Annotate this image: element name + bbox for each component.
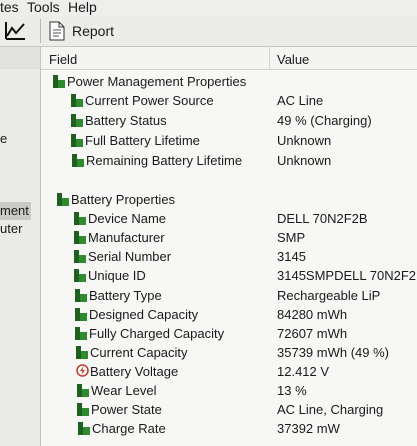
- green-node-icon: [75, 289, 87, 302]
- menu-item-tools[interactable]: Tools: [27, 0, 60, 14]
- table-row[interactable]: Power State AC Line, Charging: [41, 400, 417, 419]
- table-row[interactable]: Current Capacity 35739 mWh (49 %): [41, 343, 417, 362]
- group-row-battery-properties[interactable]: Battery Properties: [41, 190, 417, 209]
- field-value: 72607 mWh: [277, 326, 348, 341]
- field-value: AC Line, Charging: [277, 402, 384, 417]
- green-node-icon: [71, 94, 83, 107]
- menu-bar: tes Tools Help: [0, 0, 417, 16]
- field-value: 35739 mWh (49 %): [277, 345, 389, 360]
- table-row[interactable]: Battery Voltage 12.412 V: [41, 362, 417, 381]
- field-name: Device Name: [88, 211, 167, 226]
- field-name: Battery Voltage: [90, 364, 179, 379]
- field-name: Full Battery Lifetime: [85, 133, 200, 148]
- menu-item-partial[interactable]: tes: [0, 0, 19, 14]
- toolbar-separator: [40, 19, 41, 43]
- field-name: Unique ID: [88, 268, 146, 283]
- tree-item-partial[interactable]: uter: [0, 221, 22, 236]
- green-node-icon: [76, 346, 88, 359]
- field-name: Current Power Source: [85, 93, 214, 108]
- field-value: 3145SMPDELL 70N2F2B: [277, 268, 417, 283]
- field-value: 13 %: [277, 383, 307, 398]
- green-node-icon: [77, 384, 89, 397]
- group-title: Battery Properties: [71, 192, 176, 207]
- toolbar: Report: [0, 16, 417, 47]
- table-row[interactable]: Wear Level 13 %: [41, 381, 417, 400]
- field-name: Charge Rate: [92, 421, 166, 436]
- table-row[interactable]: Full Battery Lifetime Unknown: [41, 131, 417, 150]
- field-name: Current Capacity: [90, 345, 188, 360]
- green-node-icon: [74, 212, 86, 225]
- list-header: Field Value: [41, 47, 417, 70]
- green-node-icon: [78, 422, 90, 435]
- field-name: Battery Status: [85, 113, 167, 128]
- report-button-label: Report: [72, 23, 115, 39]
- column-divider[interactable]: [269, 47, 270, 69]
- field-name: Fully Charged Capacity: [89, 326, 225, 341]
- field-value: 3145: [277, 249, 306, 264]
- field-value: Rechargeable LiP: [277, 288, 381, 303]
- tree-item-selected[interactable]: ment: [0, 202, 31, 220]
- column-header-field[interactable]: Field: [49, 52, 77, 67]
- green-node-icon: [53, 75, 65, 88]
- table-row[interactable]: Designed Capacity 84280 mWh: [41, 305, 417, 324]
- field-name: Manufacturer: [88, 230, 165, 245]
- table-row[interactable]: Fully Charged Capacity 72607 mWh: [41, 324, 417, 343]
- field-name: Remaining Battery Lifetime: [86, 153, 243, 168]
- field-value: 49 % (Charging): [277, 113, 372, 128]
- field-value: 37392 mW: [277, 421, 340, 436]
- green-node-icon: [71, 114, 83, 127]
- tree-item-partial[interactable]: e: [0, 131, 7, 146]
- green-node-icon: [75, 308, 87, 321]
- field-name: Wear Level: [91, 383, 157, 398]
- field-name: Designed Capacity: [89, 307, 199, 322]
- table-row[interactable]: Device Name DELL 70N2F2B: [41, 209, 417, 228]
- green-node-icon: [77, 403, 89, 416]
- table-row[interactable]: Manufacturer SMP: [41, 228, 417, 247]
- green-node-icon: [71, 134, 83, 147]
- device-tree-header: [0, 47, 40, 69]
- green-node-icon: [74, 231, 86, 244]
- field-name: Serial Number: [88, 249, 172, 264]
- field-name: Power State: [91, 402, 162, 417]
- green-node-icon: [74, 250, 86, 263]
- report-document-icon: [49, 21, 65, 41]
- table-row[interactable]: Unique ID 3145SMPDELL 70N2F2B: [41, 266, 417, 285]
- column-header-value[interactable]: Value: [277, 52, 309, 67]
- table-row[interactable]: Battery Type Rechargeable LiP: [41, 286, 417, 305]
- table-row[interactable]: Serial Number 3145: [41, 247, 417, 266]
- green-node-icon: [72, 154, 84, 167]
- property-list: Field Value Power Management Properties …: [41, 47, 417, 446]
- green-node-icon: [75, 327, 87, 340]
- device-tree-panel[interactable]: e ment uter: [0, 47, 41, 446]
- menu-item-help[interactable]: Help: [68, 0, 97, 14]
- table-row[interactable]: Charge Rate 37392 mW: [41, 419, 417, 438]
- table-row[interactable]: Battery Status 49 % (Charging): [41, 111, 417, 130]
- green-node-icon: [57, 193, 69, 206]
- field-value: SMP: [277, 230, 306, 245]
- chart-icon[interactable]: [4, 21, 26, 41]
- field-value: 84280 mWh: [277, 307, 348, 322]
- field-name: Battery Type: [89, 288, 162, 303]
- table-row[interactable]: Remaining Battery Lifetime Unknown: [41, 151, 417, 170]
- group-row-power-management[interactable]: Power Management Properties: [41, 72, 417, 91]
- field-value: DELL 70N2F2B: [277, 211, 368, 226]
- field-value: 12.412 V: [277, 364, 330, 379]
- green-node-icon: [74, 269, 86, 282]
- group-title: Power Management Properties: [67, 74, 247, 89]
- field-value: AC Line: [277, 93, 324, 108]
- field-value: Unknown: [277, 153, 332, 168]
- table-row[interactable]: Current Power Source AC Line: [41, 91, 417, 110]
- voltage-icon: [76, 364, 89, 377]
- field-value: Unknown: [277, 133, 332, 148]
